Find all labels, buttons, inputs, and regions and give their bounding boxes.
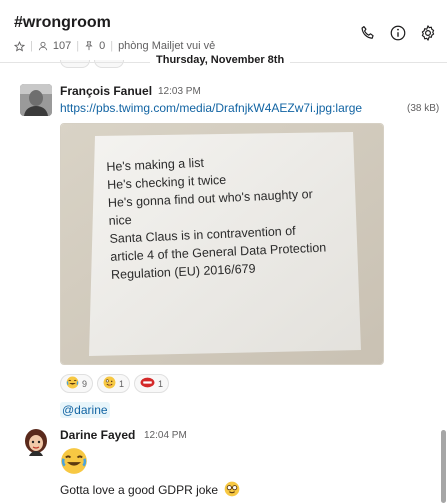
message-author[interactable]: Darine Fayed: [60, 428, 135, 442]
joy-emoji-icon: [66, 376, 79, 391]
meta-divider: |: [30, 40, 33, 52]
reaction-pill[interactable]: 9: [60, 374, 94, 393]
date-divider: Thursday, November 8th: [0, 54, 447, 68]
channel-header: #wrongroom | 107 | 0 | phòng Mailjet vui…: [0, 0, 447, 60]
image-text: He's making a list He's checking it twic…: [106, 148, 351, 284]
channel-meta: | 107 | 0 | phòng Mailjet vui vẻ: [14, 40, 215, 52]
header-actions: [359, 24, 437, 42]
message-body: Gotta love a good GDPR joke: [60, 483, 219, 497]
reaction-pill[interactable]: 1: [97, 374, 131, 393]
user-mention[interactable]: @darine: [60, 402, 110, 418]
channel-topic[interactable]: phòng Mailjet vui vẻ: [118, 40, 215, 52]
reaction-count: 1: [119, 378, 125, 389]
zany-face-emoji-icon: [103, 376, 116, 391]
attached-image[interactable]: He's making a list He's checking it twic…: [60, 123, 384, 365]
reaction-pill[interactable]: 1: [134, 374, 170, 393]
message-reactions: 9 1 1: [60, 374, 170, 393]
message-link[interactable]: https://pbs.twimg.com/media/DrafnjkW4AEZ…: [60, 101, 362, 115]
reaction-count: 9: [82, 378, 88, 389]
gear-icon[interactable]: [419, 24, 437, 42]
message-text: Gotta love a good GDPR joke: [60, 481, 240, 500]
message-timestamp[interactable]: 12:04 PM: [144, 430, 187, 441]
reaction-count: 1: [158, 378, 164, 389]
info-icon[interactable]: [389, 24, 407, 42]
pin-icon[interactable]: [84, 41, 94, 51]
pinned-count[interactable]: 0: [99, 40, 105, 52]
meta-divider: |: [76, 40, 80, 52]
badge-emoji-icon: [140, 376, 155, 391]
member-icon[interactable]: [38, 41, 48, 51]
date-label[interactable]: Thursday, November 8th: [150, 54, 291, 66]
joy-emoji-icon: [60, 447, 88, 475]
phone-icon[interactable]: [359, 24, 377, 42]
channel-name[interactable]: #wrongroom: [14, 14, 111, 32]
avatar[interactable]: [20, 426, 52, 458]
member-count[interactable]: 107: [53, 40, 71, 52]
nerd-face-emoji-icon: [224, 481, 240, 500]
avatar[interactable]: [20, 84, 52, 116]
scrollbar[interactable]: [441, 430, 446, 503]
star-icon[interactable]: [14, 40, 25, 52]
message-author[interactable]: François Fanuel: [60, 84, 152, 98]
meta-divider: |: [110, 40, 114, 52]
file-size: (38 kB): [407, 103, 440, 114]
message-timestamp[interactable]: 12:03 PM: [158, 86, 201, 97]
